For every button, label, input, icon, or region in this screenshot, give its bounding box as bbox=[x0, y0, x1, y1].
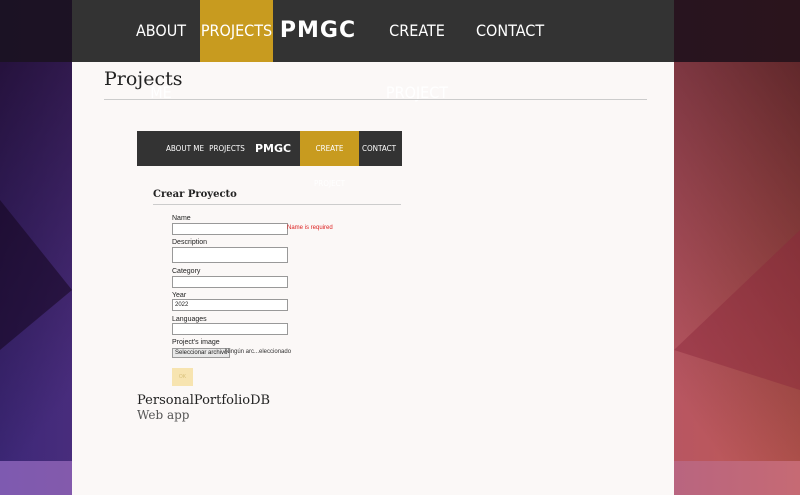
form-divider bbox=[153, 204, 401, 205]
preview-nav-projects[interactable]: PROJECTS bbox=[208, 131, 246, 166]
project-image-label: Project's image bbox=[172, 339, 220, 346]
background-facet-left bbox=[0, 200, 72, 350]
file-status-text: Ningún arc...eleccionado bbox=[225, 349, 292, 355]
preview-nav-contact[interactable]: CONTACT bbox=[361, 131, 397, 166]
background-facet-right bbox=[674, 230, 800, 390]
name-input[interactable] bbox=[172, 223, 288, 235]
name-error-message: Name is required bbox=[287, 225, 333, 231]
page-title: Projects bbox=[104, 68, 183, 90]
preview-nav-create-project[interactable]: CREATE PROJECT bbox=[300, 131, 359, 188]
nav-brand-logo[interactable]: PMGC bbox=[278, 0, 358, 62]
nav-about-me[interactable]: ABOUT ME bbox=[124, 0, 198, 102]
page-container: ABOUT ME PROJECTS PMGC CREATE PROJECT CO… bbox=[72, 0, 674, 495]
nav-projects[interactable]: PROJECTS bbox=[200, 0, 273, 62]
preview-navbar: ABOUT ME PROJECTS PMGC CREATE PROJECT CO… bbox=[137, 131, 402, 188]
nav-contact[interactable]: CONTACT bbox=[476, 0, 544, 62]
description-textarea[interactable] bbox=[172, 247, 288, 263]
name-label: Name bbox=[172, 215, 191, 222]
languages-label: Languages bbox=[172, 316, 207, 323]
submit-button[interactable]: OK bbox=[172, 368, 193, 386]
project-name: PersonalPortfolioDB bbox=[137, 393, 271, 408]
nav-create-project[interactable]: CREATE PROJECT bbox=[369, 0, 465, 102]
description-label: Description bbox=[172, 239, 208, 246]
year-label: Year bbox=[172, 292, 187, 299]
title-divider bbox=[104, 99, 647, 100]
form-title: Crear Proyecto bbox=[153, 189, 237, 200]
preview-nav-about-me[interactable]: ABOUT ME bbox=[165, 131, 205, 166]
choose-file-button[interactable]: Seleccionar archivo bbox=[172, 348, 231, 358]
main-navbar: ABOUT ME PROJECTS PMGC CREATE PROJECT CO… bbox=[72, 0, 674, 102]
category-input[interactable] bbox=[172, 276, 288, 288]
preview-nav-brand-logo[interactable]: PMGC bbox=[249, 131, 297, 166]
year-input[interactable]: 2022 bbox=[172, 299, 288, 311]
project-description: Web app bbox=[137, 408, 190, 422]
languages-input[interactable] bbox=[172, 323, 288, 335]
category-label: Category bbox=[172, 268, 201, 275]
